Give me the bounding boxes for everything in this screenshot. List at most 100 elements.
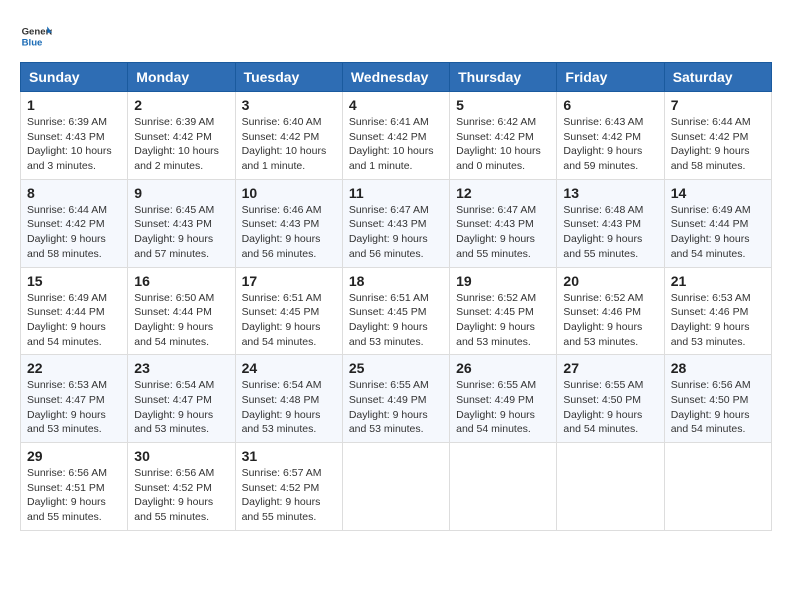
calendar-cell: 19 Sunrise: 6:52 AM Sunset: 4:45 PM Dayl… [450,267,557,355]
day-info: Sunrise: 6:57 AM Sunset: 4:52 PM Dayligh… [242,466,336,525]
weekday-header-friday: Friday [557,63,664,92]
calendar-cell: 5 Sunrise: 6:42 AM Sunset: 4:42 PM Dayli… [450,92,557,180]
day-info: Sunrise: 6:55 AM Sunset: 4:49 PM Dayligh… [349,378,443,437]
day-info: Sunrise: 6:44 AM Sunset: 4:42 PM Dayligh… [27,203,121,262]
calendar-cell: 16 Sunrise: 6:50 AM Sunset: 4:44 PM Dayl… [128,267,235,355]
calendar-cell: 4 Sunrise: 6:41 AM Sunset: 4:42 PM Dayli… [342,92,449,180]
day-number: 11 [349,185,443,201]
day-info: Sunrise: 6:39 AM Sunset: 4:42 PM Dayligh… [134,115,228,174]
calendar-cell: 12 Sunrise: 6:47 AM Sunset: 4:43 PM Dayl… [450,179,557,267]
day-info: Sunrise: 6:49 AM Sunset: 4:44 PM Dayligh… [671,203,765,262]
calendar-cell: 10 Sunrise: 6:46 AM Sunset: 4:43 PM Dayl… [235,179,342,267]
day-number: 23 [134,360,228,376]
day-info: Sunrise: 6:40 AM Sunset: 4:42 PM Dayligh… [242,115,336,174]
calendar-cell [342,443,449,531]
day-number: 30 [134,448,228,464]
day-number: 15 [27,273,121,289]
day-info: Sunrise: 6:39 AM Sunset: 4:43 PM Dayligh… [27,115,121,174]
day-number: 16 [134,273,228,289]
calendar-cell: 28 Sunrise: 6:56 AM Sunset: 4:50 PM Dayl… [664,355,771,443]
day-info: Sunrise: 6:52 AM Sunset: 4:46 PM Dayligh… [563,291,657,350]
day-info: Sunrise: 6:45 AM Sunset: 4:43 PM Dayligh… [134,203,228,262]
weekday-header-saturday: Saturday [664,63,771,92]
calendar-week-4: 22 Sunrise: 6:53 AM Sunset: 4:47 PM Dayl… [21,355,772,443]
calendar-cell: 7 Sunrise: 6:44 AM Sunset: 4:42 PM Dayli… [664,92,771,180]
day-number: 21 [671,273,765,289]
day-info: Sunrise: 6:51 AM Sunset: 4:45 PM Dayligh… [242,291,336,350]
calendar-cell [557,443,664,531]
weekday-header-sunday: Sunday [21,63,128,92]
calendar-cell: 26 Sunrise: 6:55 AM Sunset: 4:49 PM Dayl… [450,355,557,443]
calendar-week-5: 29 Sunrise: 6:56 AM Sunset: 4:51 PM Dayl… [21,443,772,531]
day-info: Sunrise: 6:53 AM Sunset: 4:46 PM Dayligh… [671,291,765,350]
calendar-cell: 29 Sunrise: 6:56 AM Sunset: 4:51 PM Dayl… [21,443,128,531]
day-number: 31 [242,448,336,464]
day-info: Sunrise: 6:52 AM Sunset: 4:45 PM Dayligh… [456,291,550,350]
calendar-cell: 27 Sunrise: 6:55 AM Sunset: 4:50 PM Dayl… [557,355,664,443]
calendar-cell: 11 Sunrise: 6:47 AM Sunset: 4:43 PM Dayl… [342,179,449,267]
day-number: 6 [563,97,657,113]
day-info: Sunrise: 6:56 AM Sunset: 4:50 PM Dayligh… [671,378,765,437]
calendar-cell [664,443,771,531]
weekday-header-wednesday: Wednesday [342,63,449,92]
calendar-cell: 22 Sunrise: 6:53 AM Sunset: 4:47 PM Dayl… [21,355,128,443]
day-info: Sunrise: 6:55 AM Sunset: 4:49 PM Dayligh… [456,378,550,437]
day-number: 14 [671,185,765,201]
day-info: Sunrise: 6:42 AM Sunset: 4:42 PM Dayligh… [456,115,550,174]
day-number: 2 [134,97,228,113]
calendar-week-3: 15 Sunrise: 6:49 AM Sunset: 4:44 PM Dayl… [21,267,772,355]
day-info: Sunrise: 6:55 AM Sunset: 4:50 PM Dayligh… [563,378,657,437]
calendar-cell: 17 Sunrise: 6:51 AM Sunset: 4:45 PM Dayl… [235,267,342,355]
day-number: 1 [27,97,121,113]
day-info: Sunrise: 6:51 AM Sunset: 4:45 PM Dayligh… [349,291,443,350]
day-number: 24 [242,360,336,376]
calendar-cell: 18 Sunrise: 6:51 AM Sunset: 4:45 PM Dayl… [342,267,449,355]
day-number: 7 [671,97,765,113]
day-number: 8 [27,185,121,201]
day-number: 9 [134,185,228,201]
logo: General Blue [20,20,56,52]
calendar-cell: 14 Sunrise: 6:49 AM Sunset: 4:44 PM Dayl… [664,179,771,267]
day-number: 29 [27,448,121,464]
day-info: Sunrise: 6:54 AM Sunset: 4:47 PM Dayligh… [134,378,228,437]
calendar-cell: 6 Sunrise: 6:43 AM Sunset: 4:42 PM Dayli… [557,92,664,180]
calendar-week-2: 8 Sunrise: 6:44 AM Sunset: 4:42 PM Dayli… [21,179,772,267]
calendar-cell: 25 Sunrise: 6:55 AM Sunset: 4:49 PM Dayl… [342,355,449,443]
day-number: 22 [27,360,121,376]
day-number: 10 [242,185,336,201]
day-number: 3 [242,97,336,113]
day-number: 17 [242,273,336,289]
day-info: Sunrise: 6:56 AM Sunset: 4:52 PM Dayligh… [134,466,228,525]
weekday-header-thursday: Thursday [450,63,557,92]
calendar-cell: 8 Sunrise: 6:44 AM Sunset: 4:42 PM Dayli… [21,179,128,267]
calendar-cell: 20 Sunrise: 6:52 AM Sunset: 4:46 PM Dayl… [557,267,664,355]
day-info: Sunrise: 6:43 AM Sunset: 4:42 PM Dayligh… [563,115,657,174]
day-number: 28 [671,360,765,376]
calendar-week-1: 1 Sunrise: 6:39 AM Sunset: 4:43 PM Dayli… [21,92,772,180]
day-number: 4 [349,97,443,113]
day-info: Sunrise: 6:48 AM Sunset: 4:43 PM Dayligh… [563,203,657,262]
day-number: 18 [349,273,443,289]
weekday-header-monday: Monday [128,63,235,92]
day-info: Sunrise: 6:56 AM Sunset: 4:51 PM Dayligh… [27,466,121,525]
calendar-cell [450,443,557,531]
day-info: Sunrise: 6:41 AM Sunset: 4:42 PM Dayligh… [349,115,443,174]
calendar-cell: 13 Sunrise: 6:48 AM Sunset: 4:43 PM Dayl… [557,179,664,267]
day-info: Sunrise: 6:49 AM Sunset: 4:44 PM Dayligh… [27,291,121,350]
calendar-cell: 23 Sunrise: 6:54 AM Sunset: 4:47 PM Dayl… [128,355,235,443]
page-header: General Blue [20,20,772,52]
calendar-cell: 3 Sunrise: 6:40 AM Sunset: 4:42 PM Dayli… [235,92,342,180]
svg-text:Blue: Blue [22,38,43,49]
calendar-cell: 9 Sunrise: 6:45 AM Sunset: 4:43 PM Dayli… [128,179,235,267]
day-info: Sunrise: 6:47 AM Sunset: 4:43 PM Dayligh… [456,203,550,262]
day-info: Sunrise: 6:50 AM Sunset: 4:44 PM Dayligh… [134,291,228,350]
day-info: Sunrise: 6:47 AM Sunset: 4:43 PM Dayligh… [349,203,443,262]
calendar-cell: 24 Sunrise: 6:54 AM Sunset: 4:48 PM Dayl… [235,355,342,443]
day-info: Sunrise: 6:53 AM Sunset: 4:47 PM Dayligh… [27,378,121,437]
calendar-cell: 21 Sunrise: 6:53 AM Sunset: 4:46 PM Dayl… [664,267,771,355]
general-blue-logo-icon: General Blue [20,20,52,52]
day-number: 5 [456,97,550,113]
day-number: 26 [456,360,550,376]
weekday-header-tuesday: Tuesday [235,63,342,92]
day-info: Sunrise: 6:54 AM Sunset: 4:48 PM Dayligh… [242,378,336,437]
